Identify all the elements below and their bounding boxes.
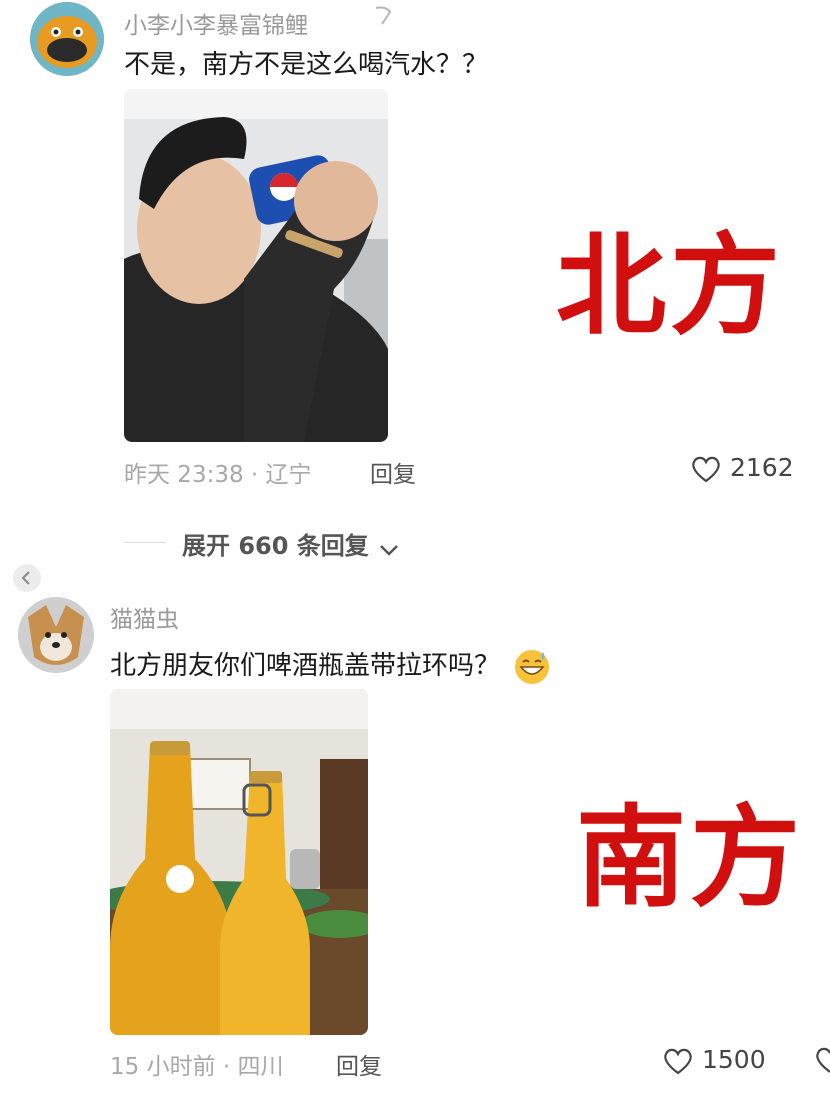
chevron-down-icon xyxy=(380,544,398,556)
comment-photo[interactable] xyxy=(124,89,388,442)
back-button[interactable] xyxy=(13,564,41,592)
overlay-label: 北方 xyxy=(556,222,784,350)
like-button[interactable]: 2162 xyxy=(690,452,800,486)
man-drinking-soda-photo xyxy=(124,89,388,442)
partial-heart-icon xyxy=(816,1047,830,1073)
avatar[interactable] xyxy=(30,2,104,76)
grinning-sweat-emoji-icon xyxy=(515,649,550,684)
reply-button[interactable]: 回复 xyxy=(370,455,416,489)
chevron-left-icon xyxy=(21,571,30,585)
avatar-helmet-icon xyxy=(30,2,104,76)
like-button[interactable]: 1500 xyxy=(662,1044,782,1078)
reply-button[interactable]: 回复 xyxy=(336,1047,382,1081)
like-count: 1500 xyxy=(702,1045,766,1074)
pin-icon xyxy=(375,6,392,25)
username[interactable]: 小李小李暴富锦鲤 xyxy=(124,6,308,40)
avatar[interactable] xyxy=(18,597,94,673)
comment-text: 不是，南方不是这么喝汽水？？ xyxy=(124,50,489,80)
beer-bottles-photo xyxy=(110,689,368,1035)
comment-text-content: 北方朋友你们啤酒瓶盖带拉环吗？ xyxy=(110,651,501,681)
heart-icon xyxy=(664,1048,692,1075)
like-count: 2162 xyxy=(730,453,794,482)
avatar-dog-icon xyxy=(18,597,94,673)
expand-replies-button[interactable]: 展开 660 条回复 xyxy=(182,526,400,560)
comment-meta: 昨天 23:38 · 辽宁 xyxy=(124,462,312,488)
expand-replies-label: 展开 660 条回复 xyxy=(182,532,369,560)
comment-photo[interactable] xyxy=(110,689,368,1035)
heart-icon xyxy=(692,456,720,483)
comment-meta: 15 小时前 · 四川 xyxy=(110,1054,284,1080)
overlay-label: 南方 xyxy=(576,794,804,922)
expand-divider xyxy=(124,542,166,543)
comment-text: 北方朋友你们啤酒瓶盖带拉环吗？ xyxy=(110,645,552,687)
username[interactable]: 猫猫虫 xyxy=(110,600,179,634)
